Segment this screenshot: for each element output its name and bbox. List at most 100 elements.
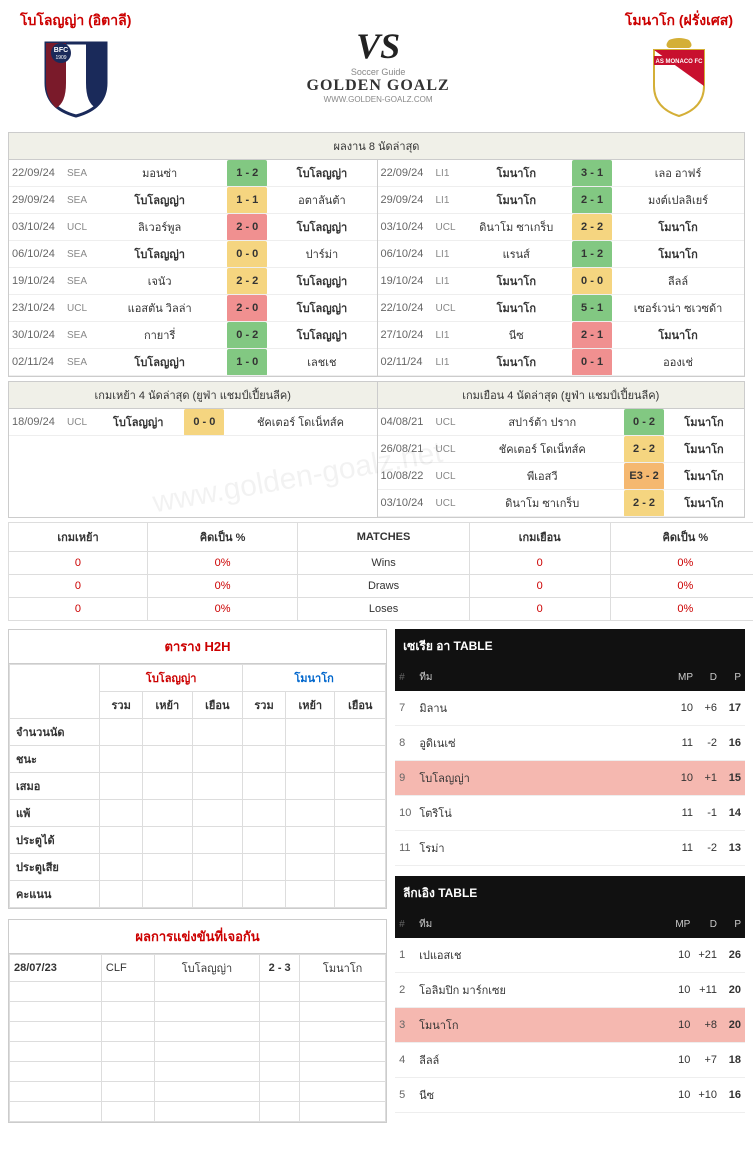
match-date: 18/09/24	[9, 409, 64, 436]
match-team-2: โบโลญญ่า	[267, 214, 376, 241]
match-team-2: โมนาโก	[612, 322, 744, 349]
match-score: 2 - 0	[227, 295, 267, 322]
recent-8-section: ผลงาน 8 นัดล่าสุด 22/09/24 SEA มอนซ่า 1 …	[8, 132, 745, 377]
match-row: 22/09/24 SEA มอนซ่า 1 - 2 โบโลญญ่า	[9, 160, 377, 187]
league-mp: 11	[673, 796, 697, 831]
league-rank: 1	[395, 938, 415, 973]
stats-home-val: 0	[9, 598, 148, 621]
match-comp: UCL	[433, 436, 461, 463]
h2h-sub-home2: เหย้า	[286, 692, 335, 719]
league-d: -2	[697, 726, 721, 761]
stats-header-matches: MATCHES	[298, 523, 470, 552]
match-row: 22/10/24 UCL โมนาโก 5 - 1 เซอร์เวน่า ซเว…	[378, 295, 745, 322]
match-comp: UCL	[64, 214, 92, 241]
home-team-crest: BFC 1909	[41, 38, 111, 118]
stats-label: Loses	[298, 598, 470, 621]
match-comp: UCL	[64, 295, 92, 322]
league-mp: 11	[673, 831, 697, 866]
league-row: 5 นีซ 10 +10 16	[395, 1078, 745, 1113]
meeting-date: 28/07/23	[10, 955, 102, 982]
h2h-table: ตาราง H2H โบโลญญ่า โมนาโก รวม เหย้า เยือ…	[8, 629, 387, 909]
h2h-sub-home: เหย้า	[143, 692, 192, 719]
match-comp: UCL	[433, 214, 461, 241]
match-team-1: ลิเวอร์พูล	[92, 214, 227, 241]
h2h-row-label: ชนะ	[10, 746, 100, 773]
match-comp: LI1	[433, 268, 461, 295]
stats-home-val: 0	[9, 552, 148, 575]
match-comp: LI1	[433, 187, 461, 214]
match-date: 29/09/24	[378, 187, 433, 214]
match-row: 19/10/24 LI1 โมนาโก 0 - 0 ลีลล์	[378, 268, 745, 295]
col-rank: #	[395, 664, 415, 691]
stats-away-val: 0	[469, 575, 610, 598]
ucl-4-away-title: เกมเยือน 4 นัดล่าสุด (ยูฟ่า แชมป์เปี้ยนล…	[378, 382, 745, 409]
league-mp: 10	[670, 973, 694, 1008]
match-team-1: โมนาโก	[461, 295, 573, 322]
home-team-block: โบโลญญ่า (อิตาลี) BFC 1909	[20, 10, 131, 118]
league-p: 16	[721, 726, 745, 761]
meeting-row-empty	[10, 1022, 386, 1042]
svg-text:BFC: BFC	[53, 47, 67, 54]
meetings-table: ผลการแข่งขันที่เจอกัน 28/07/23 CLF โบโลญ…	[8, 919, 387, 1123]
match-team-1: โมนาโก	[461, 187, 573, 214]
stats-header-home: เกมเหย้า	[9, 523, 148, 552]
stats-home-val: 0	[9, 575, 148, 598]
meeting-row-empty	[10, 1042, 386, 1062]
stats-label: Wins	[298, 552, 470, 575]
match-row: 06/10/24 LI1 แรนส์ 1 - 2 โมนาโก	[378, 241, 745, 268]
h2h-sub-away2: เยือน	[335, 692, 386, 719]
ucl-4-home: เกมเหย้า 4 นัดล่าสุด (ยูฟ่า แชมป์เปี้ยนล…	[9, 382, 377, 517]
match-team-2: เลอ อาฟร์	[612, 160, 744, 187]
away-team-name: โมนาโก (ฝรั่งเศส)	[625, 10, 733, 32]
league-team: อูดิเนเซ่	[415, 726, 673, 761]
league-mp: 10	[673, 691, 697, 726]
match-comp: UCL	[433, 295, 461, 322]
match-row: 18/09/24 UCL โบโลญญ่า 0 - 0 ชัคเตอร์ โดเ…	[9, 409, 377, 436]
away-team-crest: AS MONACO FC	[644, 38, 714, 118]
stats-away-pct: 0%	[610, 552, 753, 575]
match-comp: UCL	[64, 409, 92, 436]
col-mp: MP	[673, 664, 697, 691]
match-comp: SEA	[64, 241, 92, 268]
league-row: 9 โบโลญญ่า 10 +1 15	[395, 761, 745, 796]
home-team-name: โบโลญญ่า (อิตาลี)	[20, 10, 131, 32]
league-d: +8	[694, 1008, 721, 1043]
h2h-sub-away: เยือน	[192, 692, 243, 719]
stats-home-pct: 0%	[147, 598, 297, 621]
match-score: 3 - 1	[572, 160, 612, 187]
meeting-row-empty	[10, 1062, 386, 1082]
col-team: ทีม	[415, 911, 670, 938]
match-date: 27/10/24	[378, 322, 433, 349]
ucl-4-away: เกมเยือน 4 นัดล่าสุด (ยูฟ่า แชมป์เปี้ยนล…	[377, 382, 745, 517]
match-team-1: กายารี่	[92, 322, 227, 349]
match-date: 29/09/24	[9, 187, 64, 214]
match-date: 03/10/24	[9, 214, 64, 241]
league-team: โอลิมปิก มาร์กเซย	[415, 973, 670, 1008]
match-team-1: โบโลญญ่า	[92, 349, 227, 376]
match-row: 19/10/24 SEA เจนัว 2 - 2 โบโลญญ่า	[9, 268, 377, 295]
league-rank: 7	[395, 691, 415, 726]
meeting-score: 2 - 3	[260, 955, 300, 982]
match-score: 0 - 0	[572, 268, 612, 295]
match-date: 02/11/24	[378, 349, 433, 376]
match-row: 04/08/21 UCL สปาร์ต้า ปราก 0 - 2 โมนาโก	[378, 409, 745, 436]
h2h-row-label: เสมอ	[10, 773, 100, 800]
ligue-1-title: ลีกเอิง TABLE	[395, 876, 745, 911]
match-comp: SEA	[64, 160, 92, 187]
stats-away-pct: 0%	[610, 575, 753, 598]
match-row: 30/10/24 SEA กายารี่ 0 - 2 โบโลญญ่า	[9, 322, 377, 349]
match-team-2: โมนาโก	[664, 463, 744, 490]
match-header: โบโลญญ่า (อิตาลี) BFC 1909 VS Soccer Gui…	[0, 0, 753, 128]
match-score: 1 - 2	[227, 160, 267, 187]
serie-a-table: เซเรีย อา TABLE # ทีม MP D P 7 มิลาน 10 …	[395, 629, 745, 866]
vs-text: VS	[356, 25, 400, 67]
league-rank: 11	[395, 831, 415, 866]
league-row: 11 โรม่า 11 -2 13	[395, 831, 745, 866]
match-row: 02/11/24 SEA โบโลญญ่า 1 - 0 เลชเช	[9, 349, 377, 376]
match-date: 22/09/24	[9, 160, 64, 187]
league-d: +7	[694, 1043, 721, 1078]
ligue-1-table: ลีกเอิง TABLE # ทีม MP D P 1 เปแอสเช 10 …	[395, 876, 745, 1113]
meeting-row: 28/07/23 CLF โบโลญญ่า 2 - 3 โมนาโก	[10, 955, 386, 982]
match-row: 22/09/24 LI1 โมนาโก 3 - 1 เลอ อาฟร์	[378, 160, 745, 187]
match-score: 0 - 0	[227, 241, 267, 268]
